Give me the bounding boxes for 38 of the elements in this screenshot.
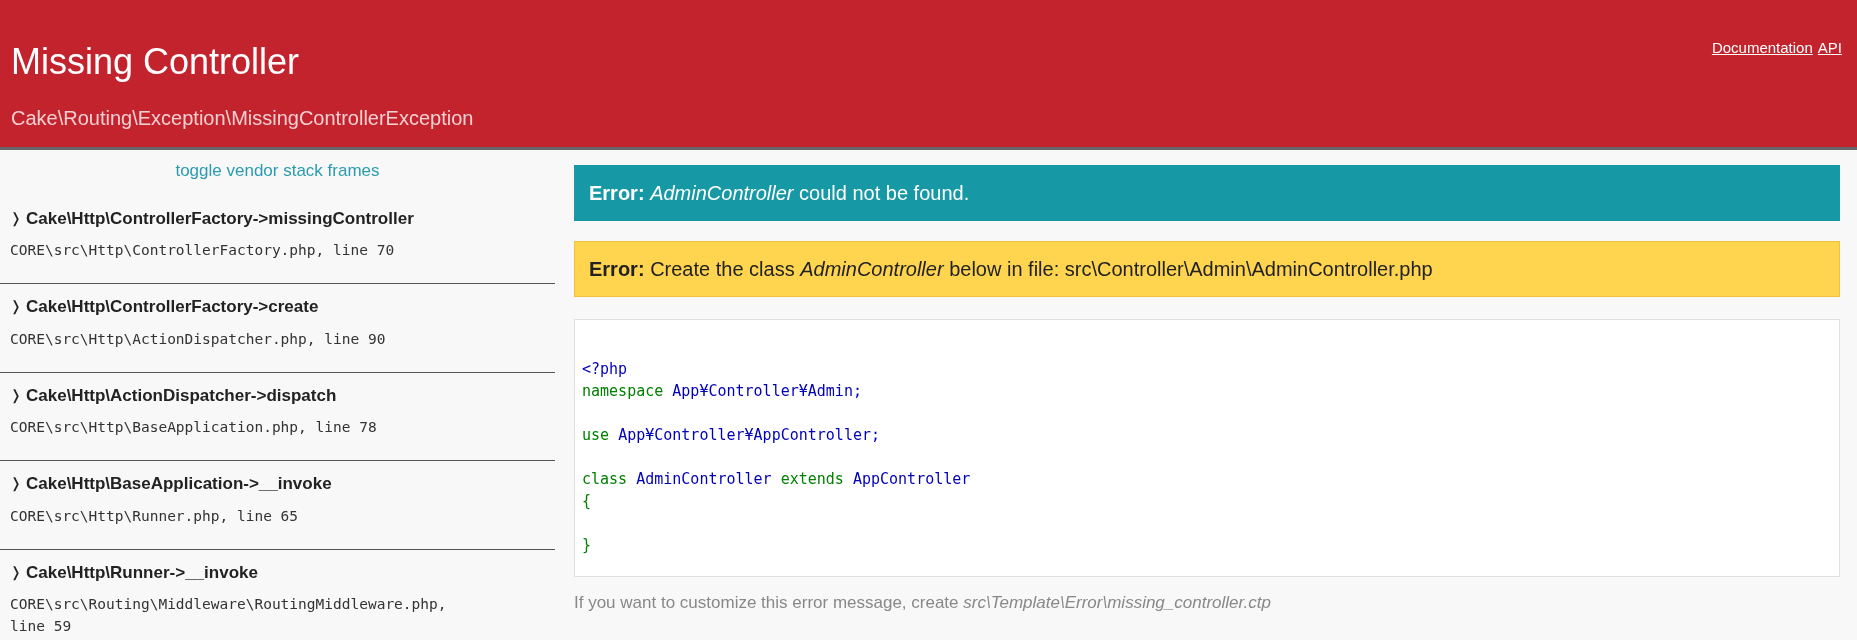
header-link[interactable]: API [1817,37,1842,60]
frame-call: Cake\Http\ActionDispatcher->dispatch [26,384,337,407]
code-token: extends [780,470,845,488]
frame-location: CORE\src\Http\BaseApplication.php, line 78 [10,418,378,437]
page-title: Missing Controller [11,40,301,84]
frame-call: Cake\Http\Runner->__invoke [26,561,258,584]
stack-frame[interactable]: ❭ Cake\Http\ControllerFactory->create CORE\src\Http\ActionDispatcher.php, line 90 [0,284,555,373]
code-token: } [582,536,592,554]
chevron-icon: ❭ [10,561,22,583]
exception-class: Cake\Routing\Exception\MissingControllerException [11,106,474,131]
frame-location: CORE\src\Routing\Middleware\RoutingMiddleware.php, line 59 [10,595,448,636]
frame-call: Cake\Http\BaseApplication->__invoke [26,473,332,495]
code-token: AdminController [636,470,773,488]
stack-frame[interactable]: ❭ Cake\Http\Runner->__invoke CORE\src\Routing\Middleware\RoutingMiddleware.php, line 59 [0,549,555,640]
code-token: use [582,426,611,444]
chevron-icon: ❭ [10,207,22,229]
chevron-icon: ❭ [10,473,22,495]
frame-location: CORE\src\Http\Runner.php, line 65 [10,506,300,526]
code-token: AppController [852,470,971,488]
chevron-icon: ❭ [10,384,22,406]
frame-location: CORE\src\Http\ControllerFactory.php, line 70 [10,241,396,260]
code-token: class [582,470,629,488]
frame-call: Cake\Http\ControllerFactory->missingController [26,207,414,230]
code-token: namespace [582,382,665,400]
code-token: { [582,492,592,510]
code-token: App¥Controller¥AppController; [618,426,881,444]
error-message: Error: Create the class AdminController below in file: src\Controller\Admin\AdminController.php [574,241,1840,297]
frame-location: CORE\src\Http\ActionDispatcher.php, line 90 [10,329,387,349]
header-link[interactable]: Documentation [1711,37,1813,60]
code-token: <?php [582,360,628,378]
chevron-icon: ❭ [10,296,22,318]
error-message: Error: AdminController could not be found. [574,165,1840,221]
stack-frame[interactable]: ❭ Cake\Http\ActionDispatcher->dispatch CORE\src\Http\BaseApplication.php, line 78 [0,372,555,461]
customize-hint: If you want to customize this error message, create src\Template\Error\missing_controller.ctp [574,592,1272,614]
code-token: App¥Controller¥Admin; [672,382,862,400]
stack-frame[interactable]: ❭ Cake\Http\ControllerFactory->missingController CORE\src\Http\ControllerFactory.php, line 70 [0,195,555,284]
stack-frame[interactable]: ❭ Cake\Http\BaseApplication->__invoke CORE\src\Http\Runner.php, line 65 [0,461,555,550]
frame-call: Cake\Http\ControllerFactory->create [26,296,319,318]
